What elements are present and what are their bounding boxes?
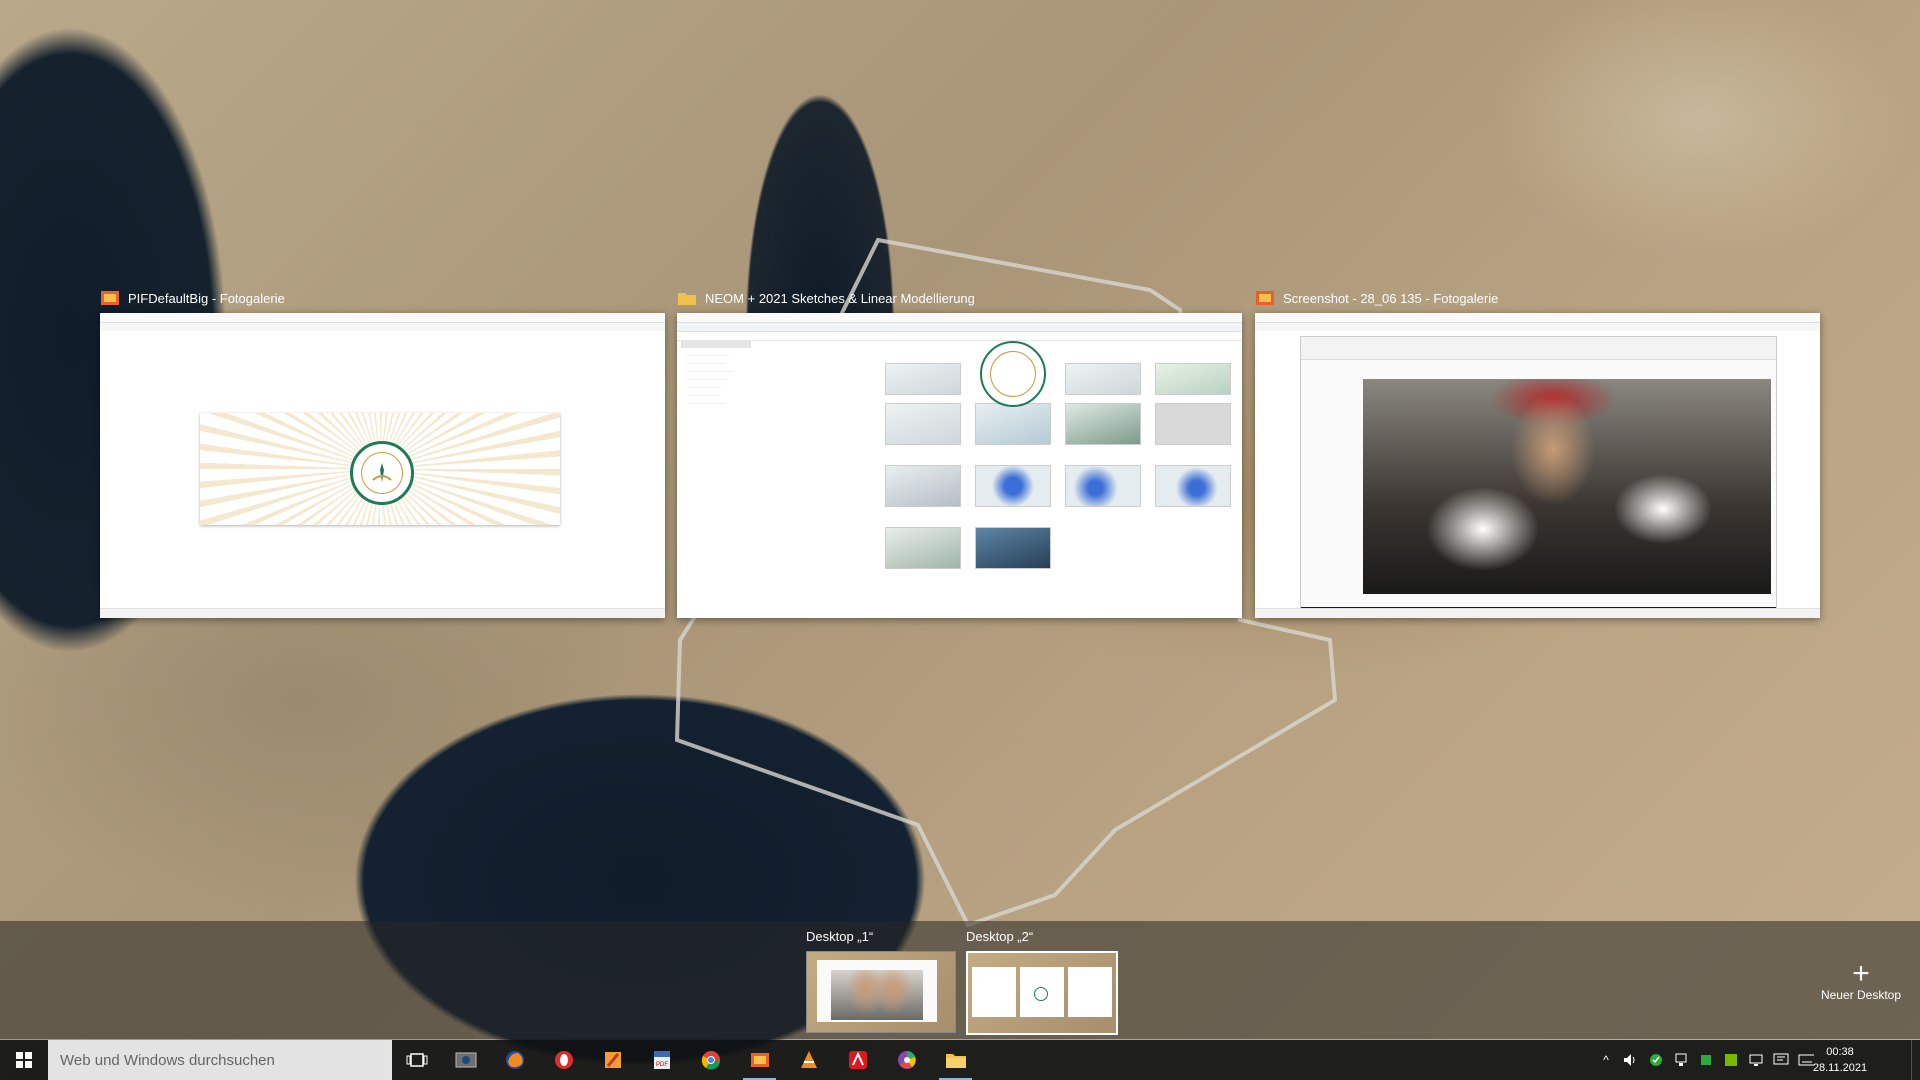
file-thumb <box>1152 341 1234 395</box>
desktop-1-thumbnail[interactable] <box>806 951 956 1033</box>
statusbar <box>1255 608 1820 618</box>
svg-text:PDF: PDF <box>656 1062 668 1068</box>
monitor-icon[interactable] <box>1748 1052 1764 1068</box>
window-title-explorer[interactable]: NEOM + 2021 Sketches & Linear Modellieru… <box>677 287 975 309</box>
opera-icon[interactable] <box>539 1040 588 1080</box>
file-thumb <box>1062 341 1144 395</box>
file-thumb <box>882 341 964 395</box>
titlebar <box>100 313 665 323</box>
file-thumb <box>972 403 1054 457</box>
new-desktop-button[interactable]: + Neuer Desktop <box>1816 957 1906 1003</box>
new-desktop-label: Neuer Desktop <box>1820 988 1902 1002</box>
vlc-icon[interactable] <box>784 1040 833 1080</box>
statusbar <box>100 608 665 618</box>
desktop-2-label: Desktop „2“ <box>966 929 1034 944</box>
nvidia-icon[interactable] <box>1723 1052 1739 1068</box>
clock-time: 00:38 <box>1826 1046 1854 1058</box>
navigation-pane <box>681 341 871 404</box>
file-thumb <box>882 403 964 457</box>
window-thumbnail-explorer[interactable] <box>677 313 1242 618</box>
titlebar <box>1255 313 1820 323</box>
volume-icon[interactable] <box>1623 1052 1639 1068</box>
file-grid <box>882 341 1242 581</box>
clock[interactable]: 00:38 28.11.2021 <box>1810 1044 1870 1076</box>
avira-icon[interactable] <box>833 1040 882 1080</box>
picasa-icon[interactable] <box>882 1040 931 1080</box>
ribbon <box>677 323 1242 332</box>
photo-app-icon[interactable] <box>441 1040 490 1080</box>
pdf-viewer-icon[interactable]: PDF <box>637 1040 686 1080</box>
pdf-app-icon[interactable] <box>588 1040 637 1080</box>
window-thumbnail-photogallery-2[interactable] <box>1255 313 1820 618</box>
task-view-icon[interactable] <box>392 1040 441 1080</box>
start-button[interactable] <box>0 1040 48 1080</box>
file-thumb <box>1152 403 1234 457</box>
window-title-text: NEOM + 2021 Sketches & Linear Modellieru… <box>705 290 975 306</box>
action-center-icon[interactable] <box>1773 1052 1789 1068</box>
network-icon[interactable] <box>1673 1052 1689 1068</box>
photo-gallery-icon <box>1255 288 1275 308</box>
desktop-1-label: Desktop „1“ <box>806 929 874 944</box>
bluetooth-device-icon[interactable] <box>1698 1052 1714 1068</box>
menubar <box>1255 323 1820 331</box>
window-title-photogallery-2[interactable]: Screenshot - 28_06 135 - Fotogalerie <box>1255 287 1498 309</box>
address-bar <box>677 332 1242 341</box>
file-thumb <box>972 527 1054 581</box>
file-thumb <box>1152 465 1234 519</box>
pif-banner-image <box>200 413 560 525</box>
show-desktop-button[interactable] <box>1911 1040 1920 1080</box>
file-thumb <box>972 465 1054 519</box>
file-thumb <box>972 341 1054 407</box>
file-explorer-icon[interactable] <box>931 1040 980 1080</box>
windows-logo-icon <box>16 1052 32 1068</box>
taskbar: Web und Windows durchsuchen PDF ^ 00:38 … <box>0 1040 1920 1080</box>
titlebar <box>677 313 1242 323</box>
photo-gallery-icon[interactable] <box>735 1040 784 1080</box>
chevron-up-icon[interactable]: ^ <box>1598 1052 1614 1068</box>
chrome-icon[interactable] <box>686 1040 735 1080</box>
system-tray: ^ <box>1598 1040 1814 1080</box>
window-thumbnail-photogallery-1[interactable] <box>100 313 665 618</box>
security-check-icon[interactable] <box>1648 1052 1664 1068</box>
virtual-desktops-strip <box>0 921 1920 1039</box>
search-box[interactable]: Web und Windows durchsuchen <box>48 1040 392 1080</box>
file-thumb <box>882 465 964 519</box>
photo-gallery-icon <box>100 288 120 308</box>
search-placeholder: Web und Windows durchsuchen <box>60 1051 275 1069</box>
firefox-icon[interactable] <box>490 1040 539 1080</box>
file-thumb <box>1062 465 1144 519</box>
nested-screenshot <box>1300 336 1777 618</box>
window-title-text: Screenshot - 28_06 135 - Fotogalerie <box>1283 290 1499 306</box>
window-title-photogallery-1[interactable]: PIFDefaultBig - Fotogalerie <box>100 287 285 309</box>
file-thumb <box>882 527 964 581</box>
pif-seal-logo <box>350 441 414 505</box>
photo-preview <box>1363 379 1771 594</box>
plus-icon: + <box>1852 957 1870 990</box>
file-thumb <box>1062 403 1144 457</box>
taskbar-apps: PDF <box>392 1040 980 1080</box>
desktop-2-thumbnail[interactable] <box>966 951 1118 1035</box>
folder-icon <box>677 288 697 308</box>
window-title-text: PIFDefaultBig - Fotogalerie <box>128 290 285 306</box>
clock-date: 28.11.2021 <box>1812 1062 1868 1074</box>
menubar <box>100 323 665 331</box>
